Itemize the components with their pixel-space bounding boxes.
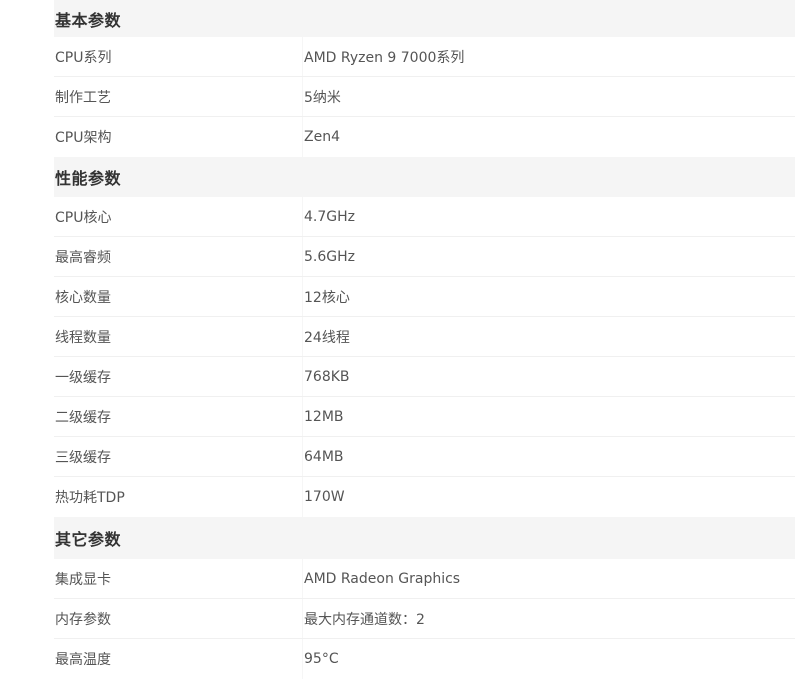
spec-value: 12核心 — [302, 277, 350, 317]
spec-label: 制作工艺 — [55, 90, 111, 106]
section-header-other: 其它参数 — [0, 517, 795, 559]
spec-row-l1-cache: 一级缓存 768KB — [0, 357, 795, 397]
spec-label: 线程数量 — [55, 330, 111, 346]
spec-label: 热功耗TDP — [55, 490, 125, 506]
spec-value: Zen4 — [302, 117, 340, 157]
section-title: 基本参数 — [55, 10, 122, 30]
spec-label: 核心数量 — [55, 290, 111, 306]
spec-row-memory: 内存参数 最大内存通道数：2 — [0, 599, 795, 639]
spec-label: 最高温度 — [55, 652, 111, 668]
spec-value: 170W — [302, 477, 345, 517]
spec-value: 5纳米 — [302, 77, 341, 117]
spec-label: 最高睿频 — [55, 250, 111, 266]
spec-row-integrated-gpu: 集成显卡 AMD Radeon Graphics — [0, 559, 795, 599]
spec-value: 4.7GHz — [302, 197, 355, 237]
spec-label: CPU核心 — [55, 210, 112, 226]
spec-row-process: 制作工艺 5纳米 — [0, 77, 795, 117]
section-title: 性能参数 — [55, 169, 122, 188]
spec-label: 三级缓存 — [55, 450, 111, 466]
spec-row-cpu-core: CPU核心 4.7GHz — [0, 197, 795, 237]
section-header-performance: 性能参数 — [0, 157, 795, 197]
spec-value: AMD Radeon Graphics — [302, 559, 460, 599]
spec-row-cpu-series: CPU系列 AMD Ryzen 9 7000系列 — [0, 37, 795, 77]
spec-value: 64MB — [302, 437, 344, 477]
spec-value: AMD Ryzen 9 7000系列 — [302, 37, 464, 77]
spec-label: 集成显卡 — [55, 572, 111, 588]
spec-value: 5.6GHz — [302, 237, 355, 277]
spec-row-thread-count: 线程数量 24线程 — [0, 317, 795, 357]
spec-row-tdp: 热功耗TDP 170W — [0, 477, 795, 517]
spec-label: CPU架构 — [55, 130, 112, 146]
spec-row-max-turbo: 最高睿频 5.6GHz — [0, 237, 795, 277]
spec-label: 一级缓存 — [55, 370, 111, 386]
spec-row-max-temp: 最高温度 95°C — [0, 639, 795, 679]
spec-value: 最大内存通道数：2 — [302, 599, 425, 639]
spec-value: 12MB — [302, 397, 344, 437]
spec-table: 基本参数 CPU系列 AMD Ryzen 9 7000系列 制作工艺 5纳米 C… — [0, 0, 795, 679]
spec-label: 二级缓存 — [55, 410, 111, 426]
spec-value: 768KB — [302, 357, 350, 397]
spec-row-l2-cache: 二级缓存 12MB — [0, 397, 795, 437]
spec-row-l3-cache: 三级缓存 64MB — [0, 437, 795, 477]
section-header-basic: 基本参数 — [0, 0, 795, 37]
section-title: 其它参数 — [55, 530, 122, 549]
spec-row-core-count: 核心数量 12核心 — [0, 277, 795, 317]
spec-label: 内存参数 — [55, 612, 111, 628]
spec-label: CPU系列 — [55, 50, 112, 66]
spec-value: 95°C — [302, 639, 339, 679]
spec-row-architecture: CPU架构 Zen4 — [0, 117, 795, 157]
spec-value: 24线程 — [302, 317, 350, 357]
